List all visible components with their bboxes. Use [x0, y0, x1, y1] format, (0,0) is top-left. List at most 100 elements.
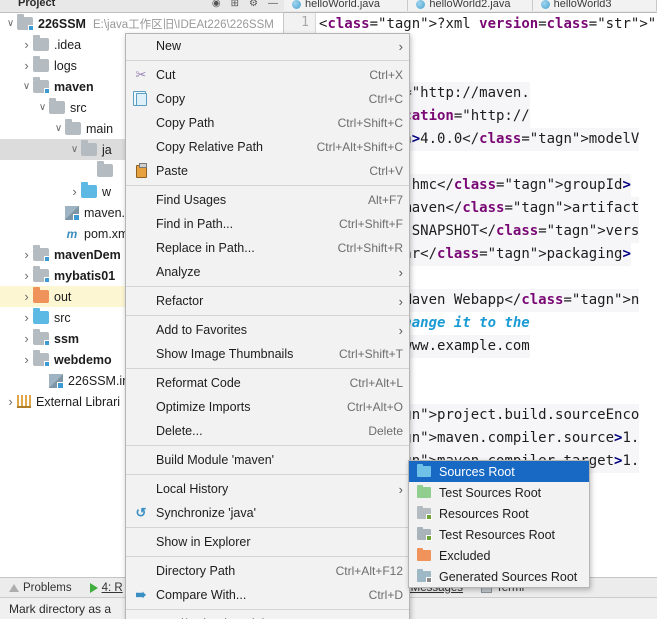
menu-separator: [126, 609, 409, 610]
test-sources-root-icon: [415, 484, 433, 500]
toolwindow-problems[interactable]: Problems: [0, 582, 81, 594]
chevron-down-icon[interactable]: [20, 82, 33, 92]
editor-tab-strip[interactable]: helloWorld.java helloWorld2.java helloWo…: [284, 0, 657, 13]
menu-label: Compare With...: [156, 588, 247, 602]
submenu-item-test-sources-root[interactable]: Test Sources Root: [409, 482, 589, 503]
menu-item-directory-path[interactable]: Directory Path Ctrl+Alt+F12: [126, 559, 409, 583]
menu-item-analyze[interactable]: Analyze ›: [126, 260, 409, 284]
toolwindow-label: Problems: [23, 581, 72, 594]
blank-icon: [132, 264, 150, 280]
menu-item-delete[interactable]: Delete... Delete: [126, 419, 409, 443]
mark-directory-submenu[interactable]: Sources Root Test Sources Root Resources…: [408, 460, 590, 588]
menu-separator: [126, 368, 409, 369]
tree-label: src: [70, 100, 87, 115]
maven-file-icon: m: [66, 226, 78, 241]
menu-item-add-to-favorites[interactable]: Add to Favorites ›: [126, 318, 409, 342]
chevron-down-icon[interactable]: [52, 124, 65, 134]
module-folder-icon: [33, 77, 50, 94]
chevron-right-icon[interactable]: [20, 311, 33, 325]
menu-separator: [126, 60, 409, 61]
menu-item-optimize-imports[interactable]: Optimize Imports Ctrl+Alt+O: [126, 395, 409, 419]
chevron-right-icon[interactable]: [20, 353, 33, 367]
editor-tab-label: helloWorld.java: [305, 0, 381, 10]
iml-file-icon: [49, 373, 64, 389]
chevron-right-icon[interactable]: [4, 395, 17, 409]
context-menu[interactable]: New › ✂ Cut Ctrl+X Copy Ctrl+C Copy Path…: [125, 33, 410, 619]
copy-icon: [132, 91, 150, 107]
chevron-right-icon[interactable]: [20, 248, 33, 262]
submenu-item-excluded[interactable]: Excluded: [409, 545, 589, 566]
submenu-item-sources-root[interactable]: Sources Root: [409, 461, 589, 482]
menu-shortcut: Alt+F7: [367, 193, 403, 207]
tree-label: mavenDem: [54, 247, 121, 262]
gray-folder-icon: [33, 35, 49, 51]
submenu-label: Sources Root: [439, 464, 515, 479]
menu-item-compare-with[interactable]: ➠ Compare With... Ctrl+D: [126, 583, 409, 607]
chevron-down-icon[interactable]: [4, 19, 17, 29]
blank-icon: [132, 139, 150, 155]
blank-icon: [132, 452, 150, 468]
tree-row-226ssm[interactable]: 226SSM E:\java工作区旧\IDEAt226\226SSM: [0, 13, 283, 34]
menu-shortcut: Ctrl+Alt+L: [349, 376, 403, 390]
editor-tab[interactable]: helloWorld.java: [284, 0, 409, 11]
menu-item-show-image-thumbnails[interactable]: Show Image Thumbnails Ctrl+Shift+T: [126, 342, 409, 366]
blank-icon: [132, 346, 150, 362]
editor-tab[interactable]: helloWorld2.java: [408, 0, 533, 11]
menu-shortcut: Ctrl+X: [369, 68, 403, 82]
editor-tab-label: helloWorld3: [553, 0, 612, 10]
menu-shortcut: Ctrl+Alt+F12: [335, 564, 403, 578]
blank-icon: [132, 38, 150, 54]
menu-item-synchronize[interactable]: ↺ Synchronize 'java': [126, 501, 409, 525]
menu-item-cut[interactable]: ✂ Cut Ctrl+X: [126, 63, 409, 87]
blank-icon: [132, 322, 150, 338]
submenu-item-generated-sources-root[interactable]: Generated Sources Root: [409, 566, 589, 587]
line-number: 1: [301, 15, 309, 30]
menu-item-reformat-code[interactable]: Reformat Code Ctrl+Alt+L: [126, 371, 409, 395]
chevron-right-icon[interactable]: [68, 185, 81, 199]
blank-icon: [132, 115, 150, 131]
hide-icon[interactable]: ―: [268, 0, 278, 9]
chevron-right-icon: ›: [398, 293, 403, 309]
menu-label: Delete...: [156, 424, 203, 438]
chevron-right-icon[interactable]: [20, 38, 33, 52]
excluded-icon: [415, 547, 433, 563]
module-folder-icon: [33, 329, 50, 346]
project-header-icon-group[interactable]: ◉ ⊞ ⚙ ―: [212, 0, 284, 9]
tree-label: 226SSM: [38, 16, 86, 31]
menu-shortcut: Ctrl+Alt+Shift+C: [316, 140, 403, 154]
menu-item-refactor[interactable]: Refactor ›: [126, 289, 409, 313]
editor-tab[interactable]: helloWorld3: [532, 0, 657, 11]
menu-item-copy[interactable]: Copy Ctrl+C: [126, 87, 409, 111]
menu-label: Build Module 'maven': [156, 453, 275, 467]
chevron-down-icon[interactable]: [36, 103, 49, 113]
settings-icon[interactable]: ⚙: [249, 0, 258, 9]
menu-item-new[interactable]: New ›: [126, 34, 409, 58]
toolwindow-run[interactable]: 4: R: [81, 582, 132, 594]
chevron-right-icon[interactable]: [20, 269, 33, 283]
menu-label: Reformat Code: [156, 376, 241, 390]
resources-root-icon: [415, 505, 433, 521]
menu-item-paste[interactable]: Paste Ctrl+V: [126, 159, 409, 183]
menu-item-show-in-explorer[interactable]: Show in Explorer: [126, 530, 409, 554]
chevron-down-icon[interactable]: [68, 145, 81, 155]
menu-item-find-in-path[interactable]: Find in Path... Ctrl+Shift+F: [126, 212, 409, 236]
menu-label: Optimize Imports: [156, 400, 251, 414]
chevron-right-icon[interactable]: [20, 59, 33, 73]
gray-folder-icon: [65, 119, 81, 135]
collapse-icon[interactable]: ◉: [212, 0, 221, 9]
menu-item-copy-relative-path[interactable]: Copy Relative Path Ctrl+Alt+Shift+C: [126, 135, 409, 159]
menu-item-copy-path[interactable]: Copy Path Ctrl+Shift+C: [126, 111, 409, 135]
libraries-icon: [17, 395, 31, 408]
menu-item-build-module[interactable]: Build Module 'maven': [126, 448, 409, 472]
menu-item-load-unload-modules[interactable]: Load/Unload Modules...: [126, 612, 409, 619]
expand-icon[interactable]: ⊞: [231, 0, 239, 9]
status-text: Mark directory as a: [9, 601, 112, 616]
menu-item-replace-in-path[interactable]: Replace in Path... Ctrl+Shift+R: [126, 236, 409, 260]
menu-label: Copy: [156, 92, 186, 106]
submenu-item-test-resources-root[interactable]: Test Resources Root: [409, 524, 589, 545]
menu-item-find-usages[interactable]: Find Usages Alt+F7: [126, 188, 409, 212]
submenu-item-resources-root[interactable]: Resources Root: [409, 503, 589, 524]
menu-item-local-history[interactable]: Local History ›: [126, 477, 409, 501]
chevron-right-icon[interactable]: [20, 332, 33, 346]
chevron-right-icon[interactable]: [20, 290, 33, 304]
